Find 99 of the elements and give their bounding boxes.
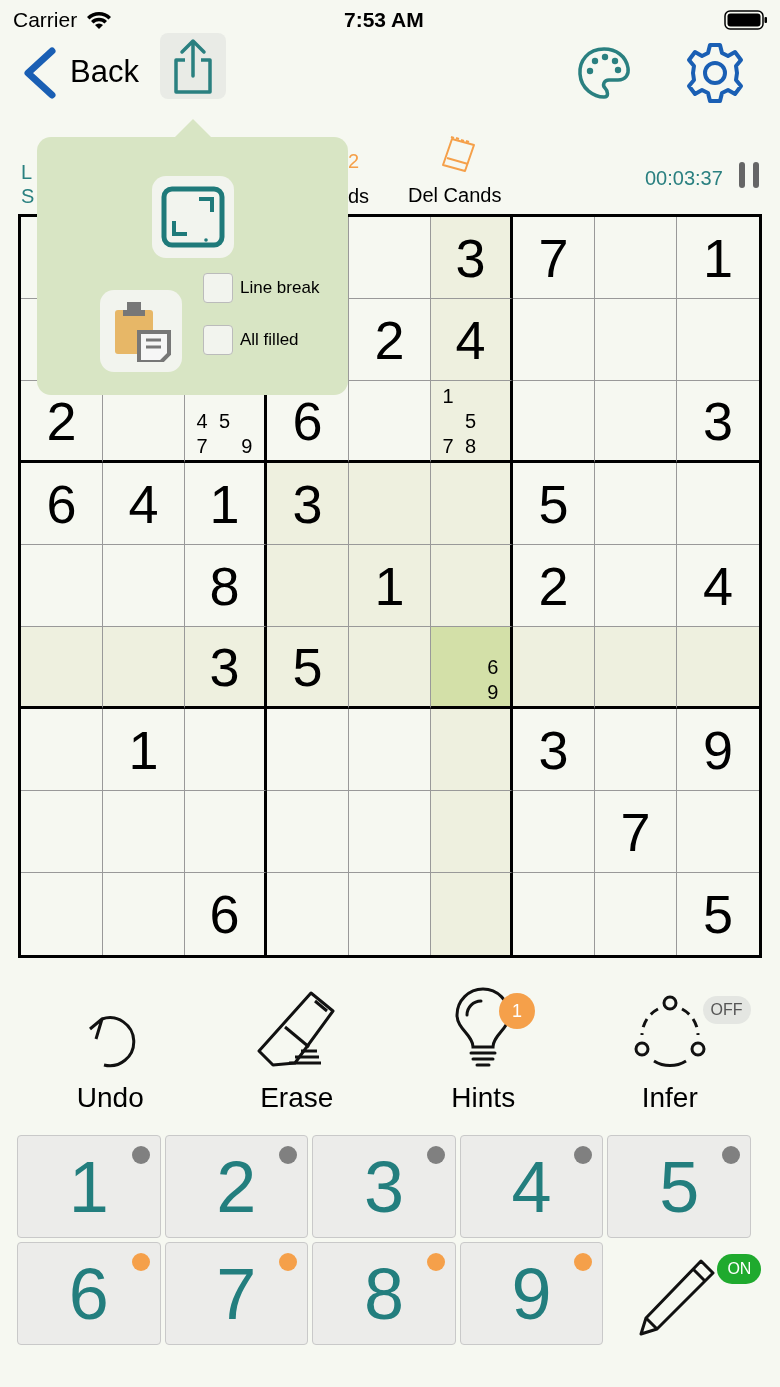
grid-cell[interactable]: 1 — [103, 709, 185, 791]
grid-cell[interactable] — [349, 627, 431, 709]
grid-cell[interactable] — [103, 545, 185, 627]
grid-cell[interactable]: 4 — [431, 299, 513, 381]
number-key[interactable]: 7 — [164, 1242, 309, 1345]
cands-label: ds — [348, 184, 370, 209]
clock: 7:53 AM — [344, 7, 424, 34]
grid-cell[interactable] — [431, 791, 513, 873]
palette-icon[interactable] — [576, 45, 632, 101]
grid-cell[interactable] — [103, 627, 185, 709]
grid-cell[interactable]: 2 — [513, 545, 595, 627]
tool-button[interactable]: Hints 1 — [390, 983, 577, 1119]
grid-cell[interactable] — [595, 463, 677, 545]
candidate-digit: 8 — [464, 435, 477, 456]
grid-cell[interactable] — [595, 709, 677, 791]
grid-cell[interactable]: 1 — [185, 463, 267, 545]
grid-cell[interactable] — [513, 791, 595, 873]
grid-cell[interactable] — [349, 791, 431, 873]
grid-cell[interactable] — [431, 463, 513, 545]
candidate-digit: 1 — [442, 385, 454, 406]
grid-cell[interactable]: 3 — [185, 627, 267, 709]
grid-cell[interactable]: 8 — [185, 545, 267, 627]
battery-icon — [724, 10, 768, 30]
number-key[interactable]: 2 — [164, 1135, 309, 1238]
grid-cell[interactable]: 4 — [103, 463, 185, 545]
carrier-label: Carrier — [13, 7, 78, 34]
grid-cell[interactable] — [349, 381, 431, 463]
grid-cell[interactable]: 1 5 7 8 — [431, 381, 513, 463]
candidate-digit: 7 — [196, 435, 208, 456]
back-button[interactable]: Back — [20, 45, 139, 100]
screenshot-button[interactable] — [152, 176, 234, 258]
grid-cell[interactable]: 5 — [267, 627, 349, 709]
grid-cell[interactable] — [431, 873, 513, 955]
number-key[interactable]: 6 — [17, 1242, 161, 1345]
hint-count-badge: 1 — [499, 993, 535, 1029]
checkbox[interactable] — [203, 325, 233, 355]
candidate-digit: 9 — [241, 435, 253, 456]
grid-cell[interactable] — [21, 709, 103, 791]
grid-cell[interactable] — [21, 791, 103, 873]
wifi-icon — [85, 10, 114, 30]
grid-cell[interactable]: 2 — [349, 299, 431, 381]
grid-cell[interactable] — [595, 381, 677, 463]
pause-icon[interactable] — [738, 162, 760, 188]
grid-cell[interactable] — [513, 381, 595, 463]
number-key[interactable]: 1 — [17, 1135, 161, 1238]
timer: 00:03:37 — [645, 166, 723, 191]
grid-cell[interactable] — [431, 709, 513, 791]
grid-cell[interactable]: 1 — [349, 545, 431, 627]
grid-cell[interactable]: 5 — [513, 463, 595, 545]
candidate-digit: 5 — [218, 410, 231, 431]
grid-cell[interactable] — [349, 217, 431, 299]
tool-button[interactable]: Undo — [17, 983, 204, 1119]
candidate-digit: 4 — [196, 410, 208, 431]
score-label: S — [21, 184, 35, 209]
candidate-digit: 6 — [487, 656, 499, 677]
grid-cell[interactable]: 3 — [513, 709, 595, 791]
tool-button[interactable]: Erase — [203, 983, 390, 1119]
share-button[interactable] — [160, 33, 226, 99]
checkbox-label: All filled — [240, 329, 299, 352]
number-key[interactable]: 4 — [459, 1135, 604, 1238]
level-label: L — [21, 160, 33, 185]
grid-cell[interactable] — [349, 463, 431, 545]
grid-cell[interactable]: 7 — [513, 217, 595, 299]
grid-cell[interactable] — [103, 791, 185, 873]
checkbox[interactable] — [203, 273, 233, 303]
grid-cell[interactable]: 3 — [267, 463, 349, 545]
copy-button[interactable] — [100, 290, 182, 372]
number-key[interactable]: 3 — [312, 1135, 456, 1238]
number-key[interactable]: 8 — [312, 1242, 456, 1345]
toggle-badge[interactable]: OFF — [702, 996, 751, 1024]
candidate-digit: 5 — [464, 410, 477, 431]
grid-cell[interactable] — [349, 709, 431, 791]
candidate-digit: 9 — [487, 681, 499, 702]
number-key[interactable]: 5 — [607, 1135, 751, 1238]
grid-cell[interactable] — [595, 545, 677, 627]
grid-cell[interactable] — [595, 217, 677, 299]
count-label: 2 — [348, 149, 360, 174]
grid-cell[interactable] — [185, 791, 267, 873]
grid-cell[interactable] — [595, 627, 677, 709]
candidate-digit: 7 — [442, 435, 454, 456]
grid-cell[interactable] — [513, 299, 595, 381]
del-cands-button[interactable]: Del Cands — [408, 180, 502, 210]
grid-cell[interactable] — [267, 709, 349, 791]
grid-cell[interactable]: 6 — [21, 463, 103, 545]
grid-cell[interactable]: 3 — [431, 217, 513, 299]
grid-cell[interactable] — [677, 627, 759, 709]
number-key[interactable]: 9 — [459, 1242, 604, 1345]
grid-cell[interactable] — [431, 545, 513, 627]
grid-cell[interactable] — [513, 627, 595, 709]
checkbox-label: Line break — [240, 277, 320, 300]
grid-cell[interactable] — [21, 545, 103, 627]
grid-cell[interactable]: 7 — [595, 791, 677, 873]
grid-cell[interactable] — [21, 627, 103, 709]
grid-cell[interactable]: 6 9 — [431, 627, 513, 709]
grid-cell[interactable] — [267, 545, 349, 627]
grid-cell[interactable] — [595, 299, 677, 381]
tool-button[interactable]: Infer OFF — [576, 983, 763, 1119]
grid-cell[interactable] — [267, 791, 349, 873]
grid-cell[interactable] — [185, 709, 267, 791]
